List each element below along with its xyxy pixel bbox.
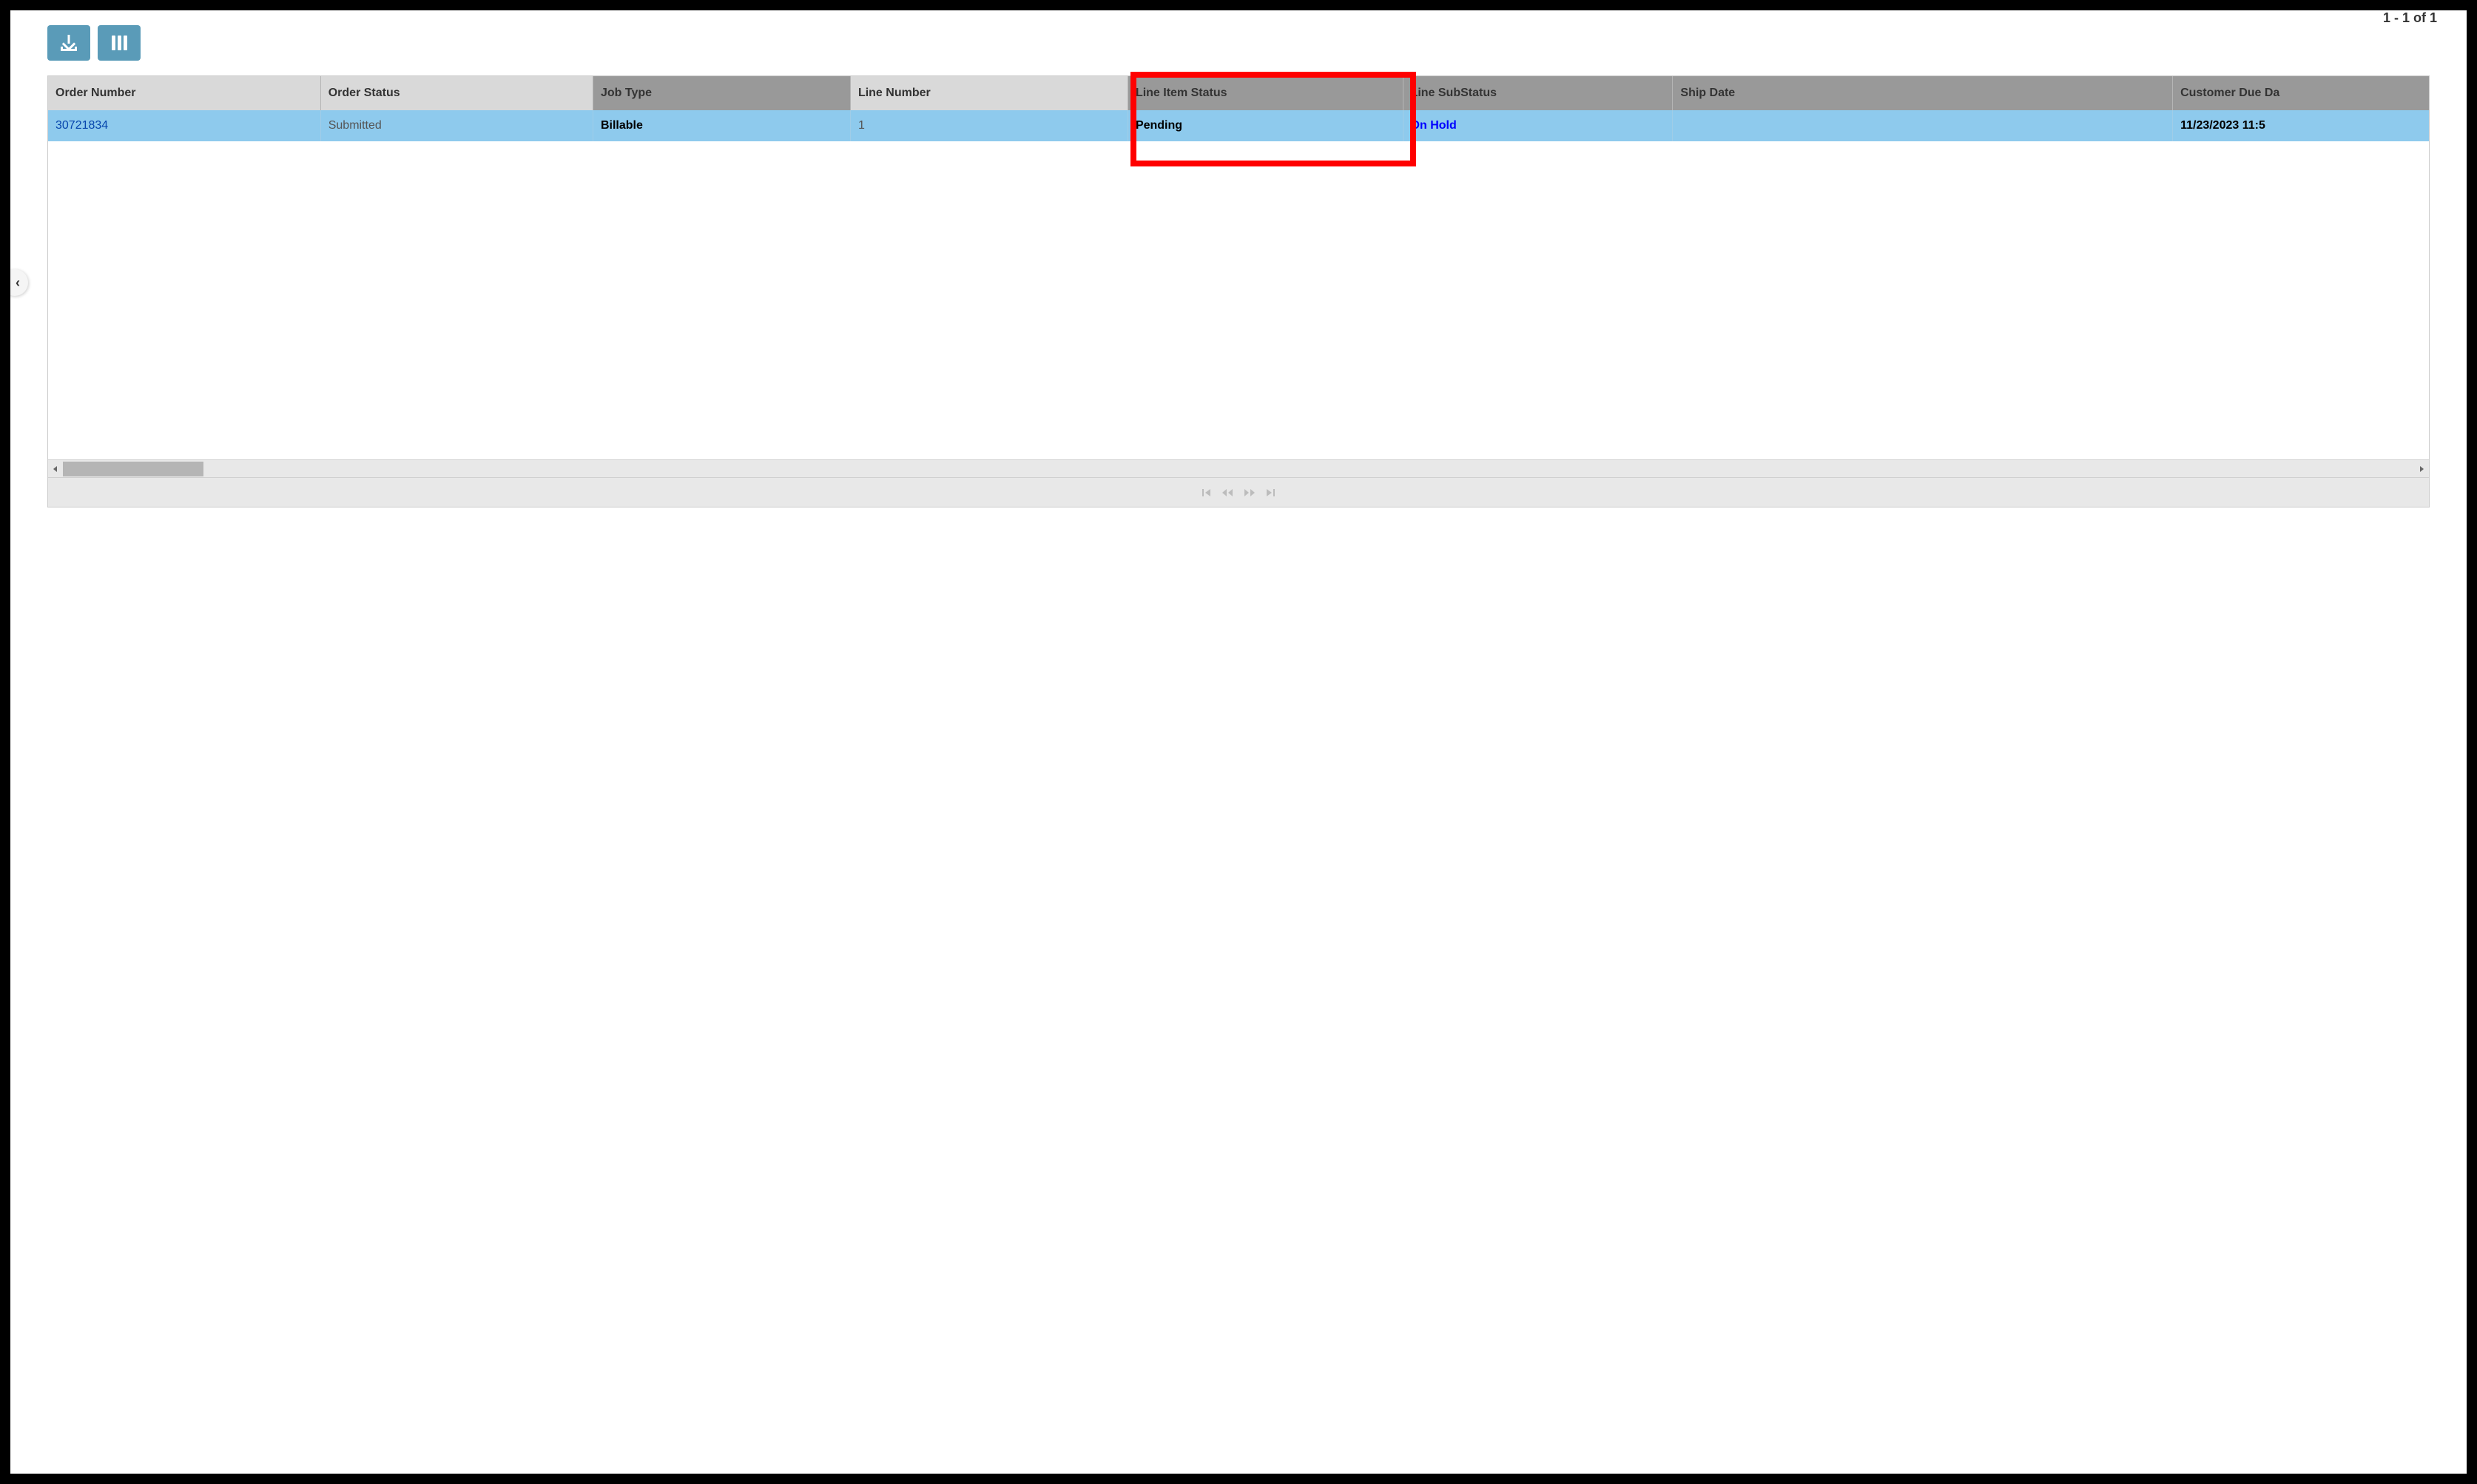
- app-frame: 1 - 1 of 1 ‹ Order NumberOrder StatusJob…: [0, 0, 2477, 1484]
- data-grid: Order NumberOrder StatusJob TypeLine Num…: [47, 75, 2430, 507]
- cell-ship-date: [1673, 110, 2173, 141]
- download-icon: [61, 35, 77, 51]
- grid-table-wrapper: Order NumberOrder StatusJob TypeLine Num…: [48, 76, 2429, 141]
- toolbar: [10, 10, 2467, 75]
- page-counter: 1 - 1 of 1: [2383, 10, 2437, 26]
- cell-job-type: Billable: [593, 110, 850, 141]
- cell-order-status: Submitted: [320, 110, 593, 141]
- column-header[interactable]: Ship Date: [1673, 76, 2173, 110]
- pagination-bar: [48, 477, 2429, 507]
- scroll-track[interactable]: [63, 460, 2414, 477]
- scroll-thumb[interactable]: [63, 462, 203, 476]
- grid-header-row: Order NumberOrder StatusJob TypeLine Num…: [48, 76, 2429, 110]
- column-header[interactable]: Line SubStatus: [1403, 76, 1673, 110]
- scroll-right-arrow-icon[interactable]: [2414, 460, 2429, 478]
- column-header[interactable]: Line Item Status: [1128, 76, 1403, 110]
- horizontal-scrollbar[interactable]: [48, 459, 2429, 477]
- cell-line-item-status: Pending: [1128, 110, 1403, 141]
- grid-table: Order NumberOrder StatusJob TypeLine Num…: [48, 76, 2429, 141]
- columns-icon: [112, 36, 127, 50]
- download-button[interactable]: [47, 25, 90, 61]
- chevron-left-icon: ‹: [16, 275, 20, 291]
- column-header[interactable]: Job Type: [593, 76, 850, 110]
- column-header[interactable]: Order Status: [320, 76, 593, 110]
- columns-button[interactable]: [98, 25, 141, 61]
- column-header[interactable]: Order Number: [48, 76, 320, 110]
- cell-order-number[interactable]: 30721834: [48, 110, 320, 141]
- scroll-left-arrow-icon[interactable]: [48, 460, 63, 478]
- column-header[interactable]: Line Number: [850, 76, 1128, 110]
- cell-customer-due-date: 11/23/2023 11:5: [2173, 110, 2429, 141]
- next-page-icon[interactable]: [1243, 488, 1256, 498]
- expand-sidebar-handle[interactable]: ‹: [1, 269, 28, 296]
- grid-empty-space: [48, 141, 2429, 459]
- column-header[interactable]: Customer Due Da: [2173, 76, 2429, 110]
- prev-page-icon[interactable]: [1221, 488, 1234, 498]
- cell-line-substatus[interactable]: On Hold: [1403, 110, 1673, 141]
- table-row[interactable]: 30721834 Submitted Billable 1 Pending On…: [48, 110, 2429, 141]
- last-page-icon[interactable]: [1265, 488, 1275, 498]
- cell-line-number: 1: [850, 110, 1128, 141]
- first-page-icon[interactable]: [1202, 488, 1212, 498]
